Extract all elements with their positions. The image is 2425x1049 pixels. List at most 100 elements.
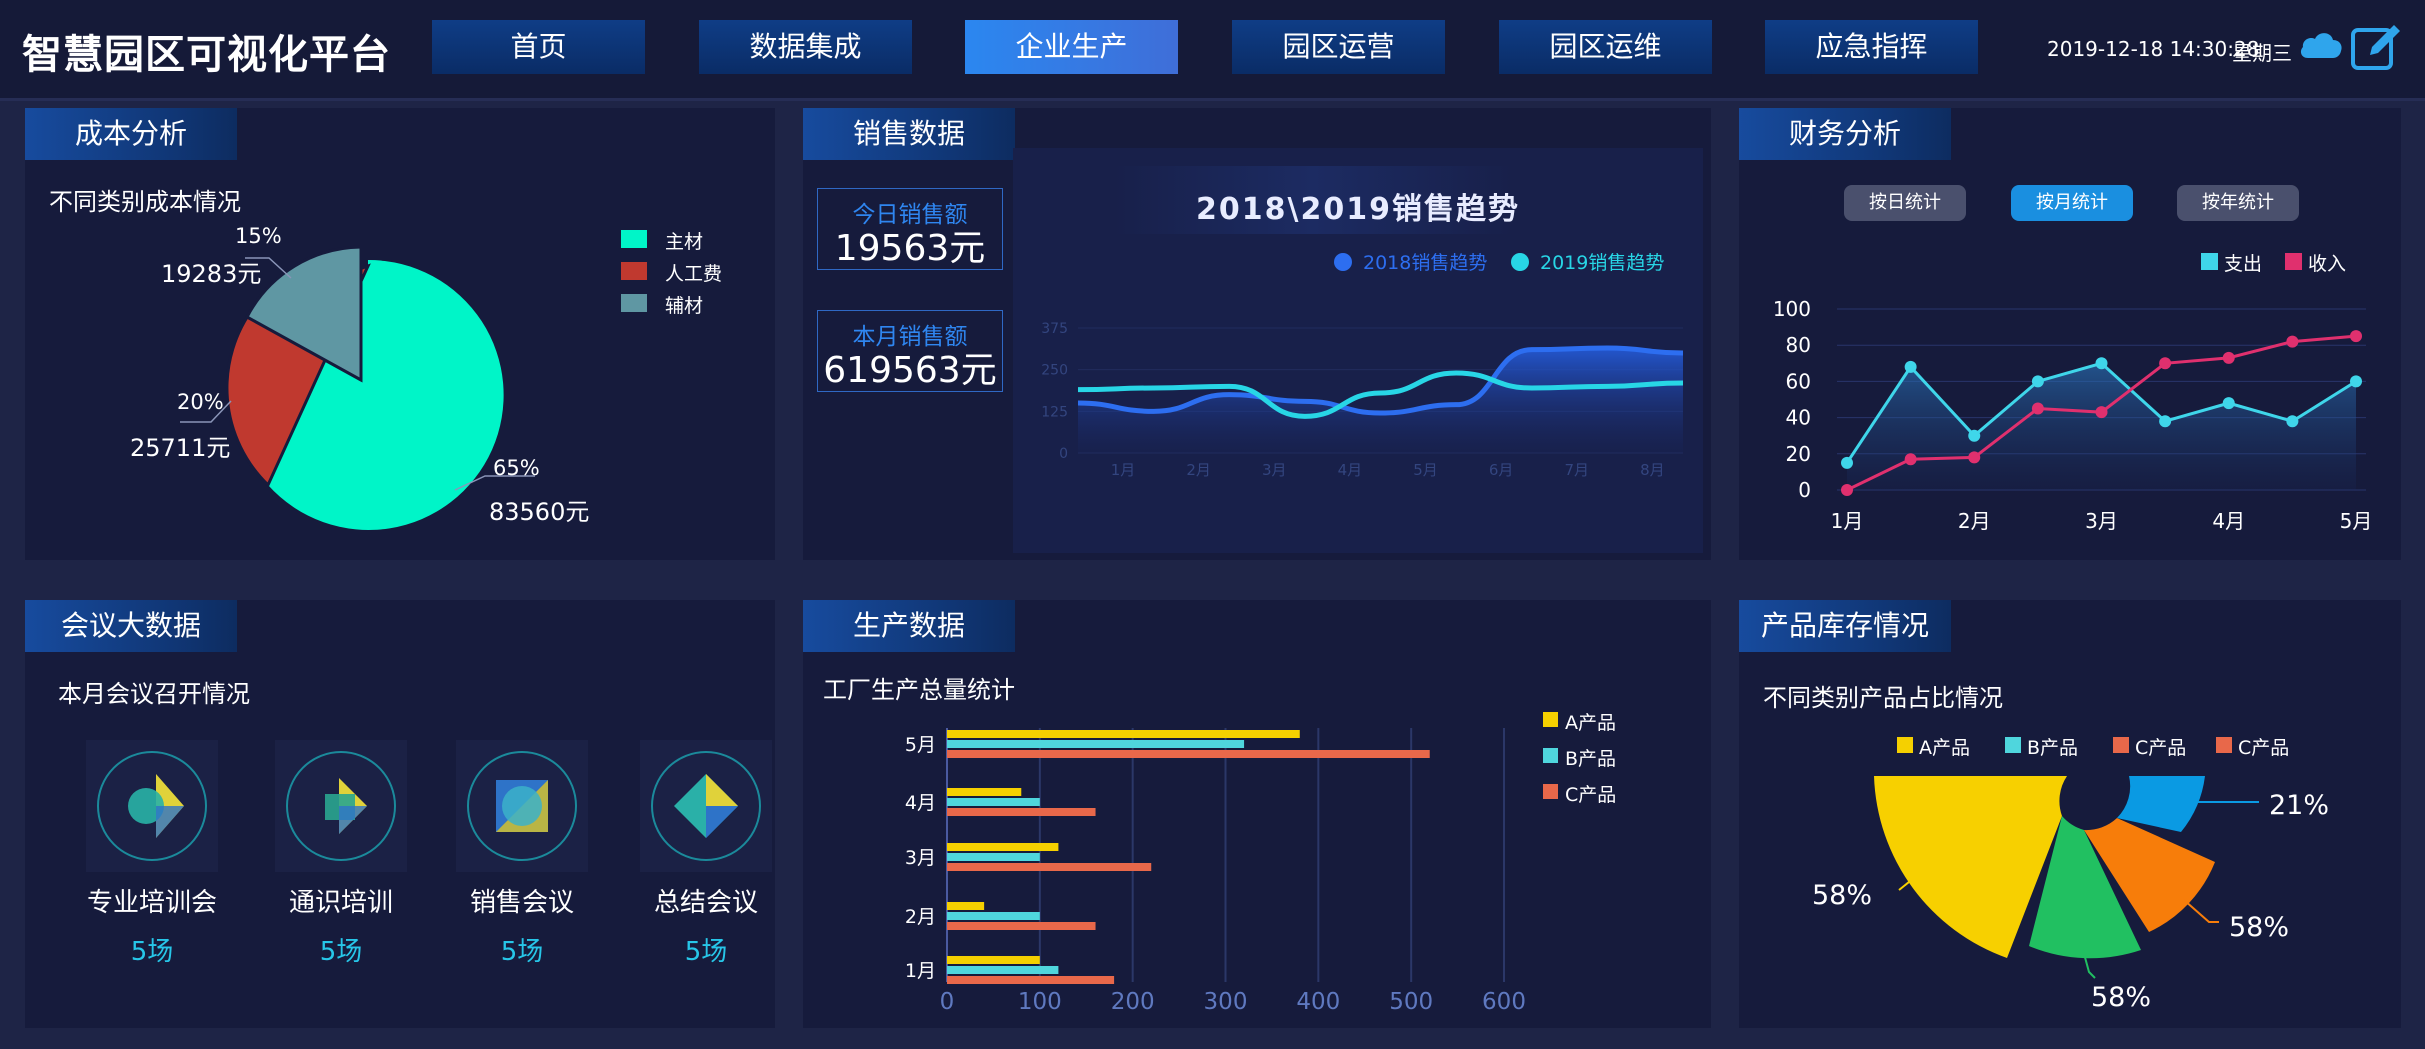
nav-emergency-command[interactable]: 应急指挥 [1765, 20, 1978, 74]
production-bar-chart: 0 100 200 300 400 500 600 1月 2月 3月 4月 5月 [905, 728, 1526, 1015]
meeting-item-professional-training[interactable]: 专业培训会 5场 [67, 740, 237, 968]
month-sales-value: 619563元 [823, 350, 997, 391]
sales-legend-label: 2018销售趋势 [1363, 252, 1487, 274]
production-bar[interactable] [947, 902, 985, 910]
production-bar[interactable] [947, 976, 1115, 984]
production-bar[interactable] [947, 922, 1096, 930]
production-bar[interactable] [947, 956, 1040, 964]
today-sales-label: 今日销售额 [852, 202, 968, 228]
sales-line-chart: 2018销售趋势 2019销售趋势 0 125 250 375 1月 2月 3月 4月 5月 6月 7月… [1041, 252, 1684, 479]
finance-point-expense[interactable] [2031, 375, 2044, 388]
production-bar[interactable] [947, 730, 1300, 738]
month-sales-label: 本月销售额 [852, 324, 968, 350]
rose-sector-blue[interactable] [2117, 776, 2205, 832]
finance-point-income[interactable] [2222, 351, 2235, 364]
rose-label-orange: 58% [2229, 912, 2290, 943]
finance-y-tick: 80 [1786, 333, 1811, 357]
finance-point-expense[interactable] [2095, 357, 2108, 370]
production-bar[interactable] [947, 843, 1059, 851]
finance-point-expense[interactable] [2350, 375, 2362, 388]
production-x-tick: 400 [1296, 989, 1340, 1015]
finance-point-income[interactable] [2095, 406, 2108, 419]
finance-point-income[interactable] [1968, 451, 1981, 464]
meeting-item-count: 5场 [500, 937, 544, 967]
meeting-panel: 会议大数据 本月会议召开情况 专业培训会 5场 通识培训 5场 销售会议 5场 … [25, 600, 775, 1028]
finance-point-income[interactable] [2286, 335, 2299, 348]
meeting-item-count: 5场 [319, 937, 363, 967]
cost-label-aux-value: 19283元 [161, 260, 262, 288]
finance-y-tick: 0 [1798, 478, 1811, 502]
cost-pie-chart [180, 245, 535, 530]
finance-point-expense[interactable] [1968, 429, 1981, 442]
production-y-tick: 1月 [905, 960, 936, 982]
finance-line-chart: 0 20 40 60 80 100 1月 2月 3月 4月 5月 [1773, 297, 2373, 533]
production-bar[interactable] [947, 740, 1245, 748]
finance-point-income[interactable] [1841, 484, 1853, 496]
production-x-tick: 600 [1482, 989, 1526, 1015]
meeting-item-sales-meeting[interactable]: 销售会议 5场 [437, 740, 607, 968]
meeting-item-name: 通识培训 [288, 888, 393, 918]
production-bar[interactable] [947, 750, 1430, 758]
production-x-tick: 200 [1111, 989, 1155, 1015]
finance-point-expense[interactable] [1904, 360, 1917, 373]
nav-enterprise-production[interactable]: 企业生产 [965, 20, 1178, 74]
production-bar[interactable] [947, 808, 1096, 816]
finance-point-expense[interactable] [2286, 415, 2299, 428]
month-sales-card: 本月销售额 619563元 [817, 310, 1003, 392]
meeting-subtitle: 本月会议召开情况 [58, 680, 250, 708]
sales-chart-area: 2018\2019销售趋势 2018销售趋势 2019销售趋势 0 125 250 375… [1013, 148, 1703, 553]
production-bar[interactable] [947, 788, 1022, 796]
nav-park-operation[interactable]: 园区运营 [1232, 20, 1445, 74]
cloud-icon[interactable] [2298, 26, 2344, 62]
finance-point-income[interactable] [2031, 402, 2044, 415]
sales-panel-title: 销售数据 [803, 108, 1015, 160]
rose-label-yellow: 58% [1812, 880, 1873, 911]
legend-label-labor: 人工费 [665, 263, 723, 285]
finance-point-income[interactable] [1904, 453, 1917, 466]
finance-point-income[interactable] [2350, 330, 2362, 343]
sales-y-tick: 250 [1041, 363, 1068, 379]
finance-point-income[interactable] [2159, 357, 2172, 370]
production-bar[interactable] [947, 863, 1152, 871]
cost-label-labor-pct: 20% [177, 390, 224, 414]
legend-swatch-labor [621, 262, 647, 280]
finance-point-expense[interactable] [1841, 456, 1853, 469]
finance-point-expense[interactable] [2222, 397, 2235, 410]
production-bar[interactable] [947, 912, 1040, 920]
meeting-item-name: 销售会议 [469, 888, 574, 918]
finance-y-tick: 100 [1773, 297, 1811, 321]
nav-home[interactable]: 首页 [432, 20, 645, 74]
meeting-item-general-training[interactable]: 通识培训 5场 [256, 740, 426, 968]
sales-legend-dot [1511, 253, 1529, 271]
cost-panel: 成本分析 不同类别成本情况 65% 83560元 20% 25711元 15% … [25, 108, 775, 560]
sales-y-tick: 375 [1041, 321, 1068, 337]
finance-x-tick: 3月 [2085, 509, 2118, 533]
finance-x-tick: 2月 [1958, 509, 1991, 533]
production-y-tick: 4月 [905, 792, 936, 814]
meeting-item-count: 5场 [130, 937, 174, 967]
sales-x-tick: 6月 [1489, 461, 1514, 479]
sales-y-tick: 125 [1041, 404, 1068, 420]
finance-y-tick: 20 [1786, 442, 1811, 466]
production-x-tick: 100 [1018, 989, 1062, 1015]
sales-x-tick: 5月 [1413, 461, 1438, 479]
sales-x-tick: 7月 [1564, 461, 1589, 479]
header: 智慧园区可视化平台 首页 数据集成 企业生产 园区运营 园区运维 应急指挥 20… [0, 0, 2425, 101]
inventory-panel: 产品库存情况 不同类别产品占比情况 A产品 B产品 C产品 C产品 21% 58… [1739, 600, 2401, 1028]
nav-data-integration[interactable]: 数据集成 [699, 20, 912, 74]
production-bar[interactable] [947, 798, 1040, 806]
sales-area-2018 [1078, 348, 1683, 453]
sales-x-tick: 8月 [1640, 461, 1665, 479]
today-sales-value: 19563元 [834, 228, 986, 269]
rose-label-green: 58% [2091, 982, 2152, 1013]
production-bar[interactable] [947, 853, 1040, 861]
sales-x-tick: 4月 [1338, 461, 1363, 479]
production-bar[interactable] [947, 966, 1059, 974]
nav-park-maintenance[interactable]: 园区运维 [1499, 20, 1712, 74]
meeting-item-summary-meeting[interactable]: 总结会议 5场 [621, 740, 791, 968]
edit-icon[interactable] [2350, 22, 2404, 72]
finance-point-expense[interactable] [2159, 415, 2172, 428]
production-y-tick: 5月 [905, 734, 936, 756]
meeting-type-icon [86, 740, 218, 872]
production-panel: 生产数据 工厂生产总量统计 A产品 B产品 C产品 0 100 200 300 400 5… [803, 600, 1711, 1028]
